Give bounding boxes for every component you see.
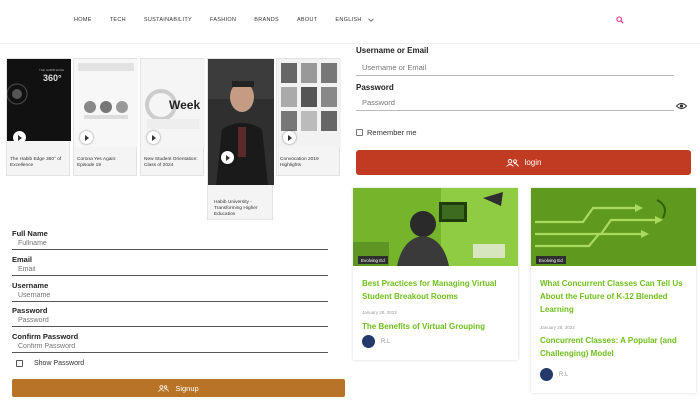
- confirm-password-field: Confirm Password: [12, 332, 328, 358]
- play-button[interactable]: [13, 131, 26, 141]
- confirm-password-label: Confirm Password: [12, 332, 79, 341]
- show-password-checkbox[interactable]: [16, 360, 23, 367]
- search-icon[interactable]: [616, 16, 624, 24]
- video-card[interactable]: Week New Student Orientation: Class of 2…: [140, 58, 205, 176]
- show-password[interactable]: Show Password: [16, 360, 84, 367]
- fullname-input[interactable]: [12, 238, 328, 250]
- video-thumbnail: [74, 59, 138, 147]
- video-strip: THE HABIB EDGE 360° The Habib Edge 360° …: [6, 58, 341, 223]
- username-input[interactable]: [356, 60, 674, 76]
- play-button[interactable]: [221, 151, 234, 164]
- nav-item-sustainability[interactable]: SUSTAINABILITY: [144, 17, 192, 23]
- signup-button[interactable]: Signup: [12, 379, 345, 397]
- signup-username-input[interactable]: [12, 290, 328, 302]
- article-title[interactable]: What Concurrent Classes Can Tell Us Abou…: [540, 277, 690, 316]
- username-label: Username or Email: [356, 46, 429, 55]
- article-date: January 28, 2022: [362, 310, 397, 315]
- top-nav: HOME TECH SUSTAINABILITY FASHION BRANDS …: [0, 0, 700, 44]
- article-card[interactable]: Evolving Ed Best Practices for Managing …: [353, 188, 518, 360]
- related-article-title[interactable]: Concurrent Classes: A Popular (and Chall…: [540, 334, 690, 360]
- svg-text:Week: Week: [169, 98, 200, 112]
- users-icon: [158, 384, 170, 392]
- nav-item-tech[interactable]: TECH: [110, 17, 126, 23]
- remember-me[interactable]: Remember me: [356, 128, 417, 137]
- nav-item-brands[interactable]: BRANDS: [254, 17, 279, 23]
- play-button[interactable]: [283, 131, 296, 144]
- signup-password-label: Password: [12, 306, 48, 315]
- signup-button-label: Signup: [175, 383, 199, 393]
- nav-item-language[interactable]: ENGLISH: [335, 17, 374, 23]
- eye-icon[interactable]: [676, 102, 687, 110]
- email-field: Email: [12, 255, 328, 281]
- video-card[interactable]: Convocation 2019 Highlights: [276, 58, 341, 176]
- article-date: January 28, 2022: [540, 325, 575, 330]
- password-label: Password: [356, 83, 394, 92]
- video-card[interactable]: THE HABIB EDGE 360° The Habib Edge 360° …: [6, 58, 71, 176]
- category-badge: Evolving Ed: [536, 256, 566, 264]
- fullname-field: Full Name: [12, 229, 328, 255]
- svg-text:360°: 360°: [43, 73, 62, 83]
- nav-item-fashion[interactable]: FASHION: [210, 17, 236, 23]
- nav-item-about[interactable]: ABOUT: [297, 17, 317, 23]
- video-caption: Convocation 2019 Highlights: [280, 157, 319, 168]
- language-label: ENGLISH: [335, 17, 362, 23]
- remember-checkbox[interactable]: [356, 129, 363, 136]
- confirm-password-input[interactable]: [12, 341, 328, 353]
- password-input[interactable]: [356, 95, 674, 111]
- login-form: Username or Email Password Remember me l…: [356, 46, 692, 175]
- fullname-label: Full Name: [12, 229, 48, 238]
- video-caption: The Habib Edge 360° of Excellence: [10, 157, 62, 168]
- remember-label: Remember me: [367, 128, 417, 137]
- author-name: R.L: [381, 339, 391, 345]
- video-thumbnail: Week: [141, 59, 205, 147]
- email-input[interactable]: [12, 264, 328, 276]
- category-badge: Evolving Ed: [358, 256, 388, 264]
- video-card[interactable]: Corona Yes Again: Episode 19: [73, 58, 138, 176]
- article-image: [353, 188, 518, 266]
- video-caption: New Student Orientation: Class of 2024: [144, 157, 198, 168]
- password-field: Password: [12, 306, 328, 332]
- related-article-title[interactable]: The Benefits of Virtual Grouping: [362, 320, 512, 333]
- chevron-down-icon: [367, 18, 374, 22]
- login-button-label: login: [524, 158, 542, 167]
- avatar: [362, 335, 375, 348]
- nav-menu: HOME TECH SUSTAINABILITY FASHION BRANDS …: [74, 17, 392, 23]
- video-thumbnail: [208, 59, 274, 185]
- play-button[interactable]: [80, 131, 93, 144]
- avatar: [540, 368, 553, 381]
- video-thumbnail: [277, 59, 341, 147]
- article-image: [531, 188, 696, 266]
- article-title[interactable]: Best Practices for Managing Virtual Stud…: [362, 277, 512, 303]
- video-card[interactable]: Habib University - Transforming Higher E…: [207, 58, 274, 220]
- users-icon: [505, 158, 519, 167]
- email-label: Email: [12, 255, 33, 264]
- article-card[interactable]: Evolving Ed What Concurrent Classes Can …: [531, 188, 696, 393]
- login-button[interactable]: login: [356, 150, 691, 175]
- nav-item-home[interactable]: HOME: [74, 17, 92, 23]
- video-caption: Habib University - Transforming Higher E…: [214, 200, 258, 217]
- author-name: R.L: [559, 372, 569, 378]
- play-button[interactable]: [147, 131, 160, 144]
- video-caption: Corona Yes Again: Episode 19: [77, 157, 117, 168]
- video-thumbnail: THE HABIB EDGE 360°: [7, 59, 71, 141]
- svg-text:THE HABIB EDGE: THE HABIB EDGE: [39, 68, 64, 72]
- show-password-label: Show Password: [34, 360, 85, 367]
- signup-password-input[interactable]: [12, 315, 328, 327]
- username-field: Username: [12, 281, 328, 307]
- signup-username-label: Username: [12, 281, 49, 290]
